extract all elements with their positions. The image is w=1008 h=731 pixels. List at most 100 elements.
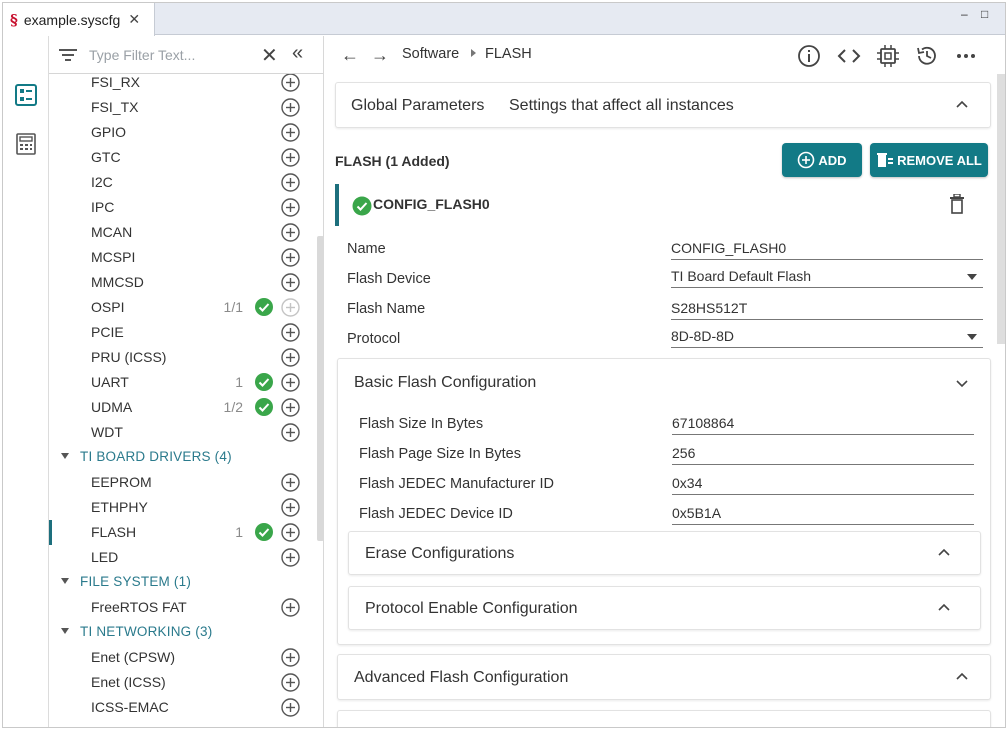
add-circle-icon[interactable] (281, 423, 300, 442)
protocol-enable-config-card[interactable]: Protocol Enable Configuration (348, 586, 981, 630)
expand-caret-icon[interactable] (61, 578, 69, 584)
add-circle-icon[interactable] (281, 398, 300, 417)
more-icon[interactable] (954, 44, 978, 68)
chevron-up-icon[interactable] (938, 602, 950, 614)
name-input[interactable]: CONFIG_FLASH0 (671, 240, 983, 260)
add-circle-icon[interactable] (281, 173, 300, 192)
collapse-panel-icon[interactable]: « (292, 42, 303, 65)
add-circle-icon[interactable] (281, 548, 300, 567)
tree-item[interactable]: FSI_TX (49, 95, 317, 120)
flash-size-input[interactable]: 67108864 (672, 415, 974, 435)
basic-flash-config-title[interactable]: Basic Flash Configuration (354, 374, 536, 392)
add-circle-icon[interactable] (281, 473, 300, 492)
add-button-label: ADD (818, 152, 847, 168)
tree-group[interactable]: TI BOARD DRIVERS (4) (49, 445, 317, 470)
add-circle-icon[interactable] (281, 648, 300, 667)
add-circle-icon[interactable] (281, 698, 300, 717)
forward-arrow-icon[interactable]: → (371, 45, 389, 66)
close-tab-icon[interactable]: ✕ (128, 11, 140, 28)
tree-item[interactable]: LED (49, 545, 317, 570)
tree-item[interactable]: GTC (49, 145, 317, 170)
chevron-down-icon[interactable] (956, 377, 968, 389)
add-circle-icon[interactable] (281, 673, 300, 692)
editor-tab-bar: § example.syscfg ✕ ‒ □ (3, 3, 1005, 36)
expand-caret-icon[interactable] (61, 628, 69, 634)
tree-item[interactable]: Enet (CPSW) (49, 645, 317, 670)
tree-item[interactable]: OSPI 1/1 (49, 295, 317, 320)
add-button[interactable]: ADD (782, 143, 862, 177)
add-circle-icon[interactable] (281, 373, 300, 392)
add-circle-icon[interactable] (281, 523, 300, 542)
tree-item[interactable]: Enet (ICSS) (49, 670, 317, 695)
next-config-card[interactable] (337, 710, 991, 727)
tree-item[interactable]: EEPROM (49, 470, 317, 495)
back-arrow-icon[interactable]: ← (341, 45, 359, 66)
tree-item[interactable]: I2C (49, 170, 317, 195)
filter-input[interactable] (89, 44, 249, 66)
add-circle-icon[interactable] (281, 248, 300, 267)
add-circle-icon[interactable] (281, 148, 300, 167)
tree-item[interactable]: MCAN (49, 220, 317, 245)
history-icon[interactable] (915, 44, 939, 68)
protocol-select[interactable]: 8D-8D-8D (671, 328, 983, 348)
tab-example-syscfg[interactable]: § example.syscfg ✕ (3, 3, 155, 36)
tree-item[interactable]: MCSPI (49, 245, 317, 270)
tree-item[interactable]: ICSS-EMAC (49, 695, 317, 720)
chevron-up-icon[interactable] (956, 671, 968, 683)
tree-item-label: UART (91, 374, 129, 390)
tree-scrollbar[interactable] (317, 236, 324, 541)
add-circle-icon[interactable] (281, 348, 300, 367)
expand-caret-icon[interactable] (61, 453, 69, 459)
syscfg-logo-icon: § (10, 10, 18, 29)
app-window: § example.syscfg ✕ ‒ □ Type Filter Text.… (2, 2, 1006, 728)
add-circle-icon[interactable] (281, 198, 300, 217)
add-circle-icon[interactable] (281, 323, 300, 342)
chevron-up-icon[interactable] (956, 99, 968, 111)
chip-icon[interactable] (876, 44, 900, 68)
trash-icon[interactable] (949, 194, 965, 214)
flash-page-size-input[interactable]: 256 (672, 445, 974, 465)
clear-filter-icon[interactable]: ✕ (261, 43, 278, 68)
module-list-icon[interactable] (15, 84, 37, 106)
tree-item[interactable]: ETHPHY (49, 495, 317, 520)
content-scrollbar[interactable] (997, 74, 1005, 344)
tree-item[interactable]: FSI_RX (49, 74, 317, 95)
instance-row[interactable]: CONFIG_FLASH0 (335, 184, 985, 226)
add-circle-icon[interactable] (281, 74, 300, 92)
tree-item[interactable]: GPIO (49, 120, 317, 145)
maximize-button[interactable]: □ (981, 7, 988, 21)
code-icon[interactable] (837, 44, 861, 68)
add-circle-icon[interactable] (281, 98, 300, 117)
chevron-up-icon[interactable] (938, 547, 950, 559)
tree-item[interactable]: UART 1 (49, 370, 317, 395)
tree-item[interactable]: FreeRTOS FAT (49, 595, 317, 620)
flash-name-input[interactable]: S28HS512T (671, 300, 983, 320)
add-circle-icon[interactable] (281, 223, 300, 242)
erase-config-card[interactable]: Erase Configurations (348, 531, 981, 575)
add-circle-icon[interactable] (281, 598, 300, 617)
tree-item[interactable]: IPC (49, 195, 317, 220)
remove-all-button[interactable]: REMOVE ALL (870, 143, 988, 177)
device-id-input[interactable]: 0x5B1A (672, 505, 974, 525)
info-icon[interactable] (797, 44, 821, 68)
tree-item-label: EEPROM (91, 474, 152, 490)
tree-item[interactable]: WDT (49, 420, 317, 445)
tree-item[interactable]: PCIE (49, 320, 317, 345)
add-circle-icon[interactable] (281, 273, 300, 292)
advanced-flash-config-card[interactable]: Advanced Flash Configuration (337, 654, 991, 700)
global-parameters-card[interactable]: Global Parameters Settings that affect a… (335, 82, 991, 128)
minimize-button[interactable]: ‒ (961, 7, 968, 21)
advanced-flash-config-title: Advanced Flash Configuration (354, 669, 569, 686)
flash-device-select[interactable]: TI Board Default Flash (671, 268, 983, 288)
tree-item[interactable]: UDMA 1/2 (49, 395, 317, 420)
breadcrumb-software[interactable]: Software (402, 46, 459, 62)
add-circle-icon[interactable] (281, 498, 300, 517)
tree-item[interactable]: FLASH 1 (49, 520, 317, 545)
add-circle-icon[interactable] (281, 123, 300, 142)
tree-item[interactable]: MMCSD (49, 270, 317, 295)
manufacturer-id-input[interactable]: 0x34 (672, 475, 974, 495)
tree-group[interactable]: TI NETWORKING (3) (49, 620, 317, 645)
tree-group[interactable]: FILE SYSTEM (1) (49, 570, 317, 595)
calculator-icon[interactable] (15, 133, 37, 155)
tree-item[interactable]: PRU (ICSS) (49, 345, 317, 370)
